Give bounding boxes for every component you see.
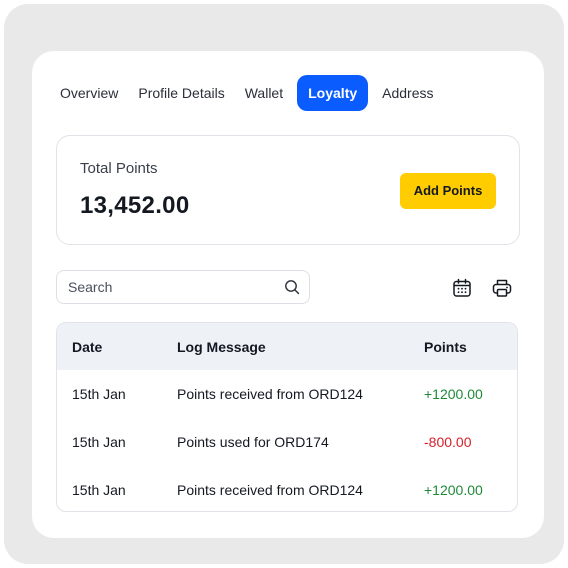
table-row: 15th Jan Points used for ORD174 -800.00 xyxy=(57,418,517,466)
printer-icon[interactable] xyxy=(491,277,513,299)
points-log-table: Date Log Message Points 15th Jan Points … xyxy=(56,322,518,512)
search-icon[interactable] xyxy=(284,279,300,295)
tab-address[interactable]: Address xyxy=(372,75,443,111)
row-date: 15th Jan xyxy=(72,434,126,450)
search-box xyxy=(56,270,310,304)
row-date: 15th Jan xyxy=(72,386,126,402)
row-message: Points received from ORD124 xyxy=(177,386,363,402)
tab-loyalty[interactable]: Loyalty xyxy=(297,75,369,111)
app-frame: Overview Profile Details Wallet Loyalty … xyxy=(4,4,564,564)
row-message: Points received from ORD124 xyxy=(177,482,363,498)
tab-bar: Overview Profile Details Wallet Loyalty … xyxy=(60,75,444,111)
total-points-value: 13,452.00 xyxy=(80,192,190,219)
add-points-button[interactable]: Add Points xyxy=(400,173,496,209)
tab-profile-details[interactable]: Profile Details xyxy=(128,75,234,111)
calendar-icon[interactable] xyxy=(451,277,473,299)
total-points-panel: Total Points 13,452.00 Add Points xyxy=(56,135,520,245)
table-row: 15th Jan Points received from ORD124 +12… xyxy=(57,466,517,511)
header-points: Points xyxy=(424,338,467,355)
row-points: -800.00 xyxy=(424,434,472,450)
row-message: Points used for ORD174 xyxy=(177,434,329,450)
loyalty-card: Overview Profile Details Wallet Loyalty … xyxy=(32,51,544,538)
row-points: +1200.00 xyxy=(424,386,483,402)
tab-wallet[interactable]: Wallet xyxy=(235,75,293,111)
header-date: Date xyxy=(72,338,103,355)
table-row: 15th Jan Points received from ORD124 +12… xyxy=(57,370,517,418)
row-points: +1200.00 xyxy=(424,482,483,498)
search-input[interactable] xyxy=(68,271,268,303)
header-log-message: Log Message xyxy=(177,338,266,355)
total-points-label: Total Points xyxy=(80,160,158,177)
table-header: Date Log Message Points xyxy=(57,323,517,370)
tab-overview[interactable]: Overview xyxy=(60,75,128,111)
row-date: 15th Jan xyxy=(72,482,126,498)
